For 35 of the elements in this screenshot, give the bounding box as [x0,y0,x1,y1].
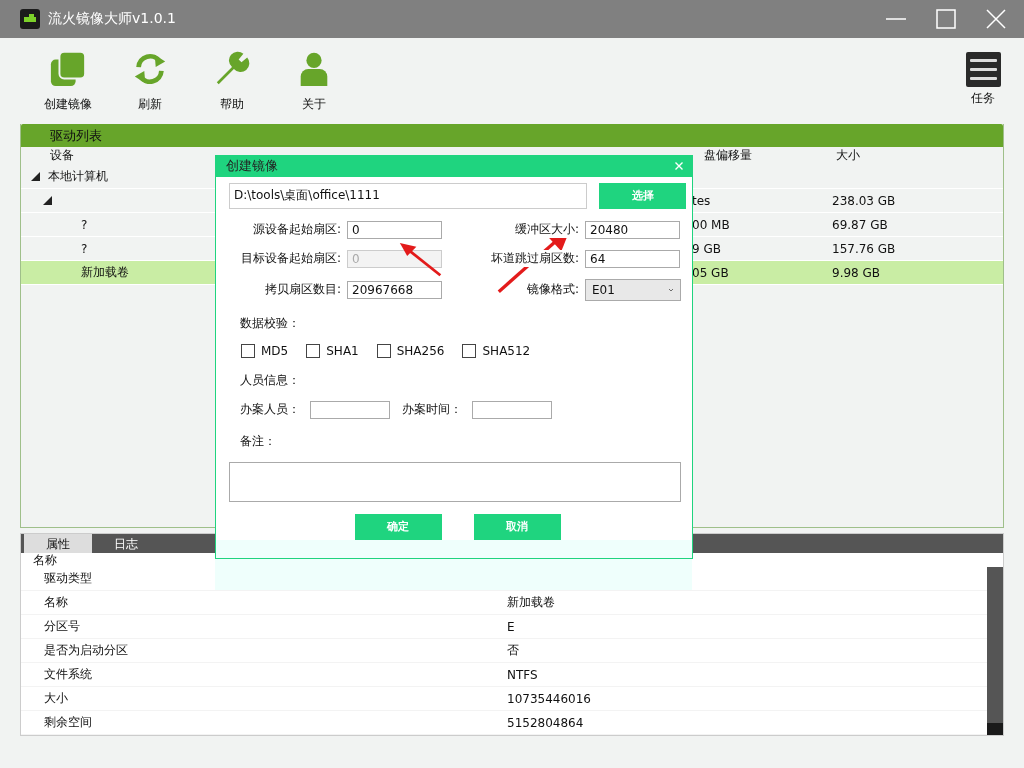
table-cell: 9 GB [692,241,721,256]
table-cell: 157.76 GB [832,241,896,256]
window-title: 流火镜像大师v1.0.1 [48,10,176,28]
device-name: 本地计算机 [48,168,108,185]
table-cell: 00 MB [692,217,730,232]
field-label: 办案时间： [402,401,462,419]
table-cell: 05 GB [692,265,729,280]
device-name: ? [81,241,88,256]
field-label: 缓冲区大小: [514,221,579,239]
field-label: 坏道跳过扇区数: [490,250,579,268]
property-name: 文件系统 [44,666,93,683]
section-label: 人员信息： [240,371,301,389]
table-cell: 238.03 GB [832,193,896,208]
property-value: 否 [507,642,520,659]
property-name: 驱动类型 [44,570,93,587]
dialog-title: 创建镜像 [226,157,278,176]
field-label: 办案人员： [240,401,300,419]
panel-header: 驱动列表 [21,124,1003,147]
table-cell: 9.98 GB [832,265,881,280]
property-value: E [507,619,516,634]
property-value: NTFS [507,667,539,682]
section-label: 备注： [240,432,277,450]
property-name: 名称 [44,594,69,611]
property-name: 是否为启动分区 [44,642,129,659]
table-cell: 69.87 GB [832,217,888,232]
property-name: 分区号 [44,618,81,635]
property-name: 大小 [44,690,69,707]
property-value: 新加载卷 [507,594,556,611]
table-cell: tes [692,193,711,208]
property-name: 剩余空间 [44,714,93,731]
property-value: 5152804864 [507,715,585,730]
section-label: 数据校验： [240,314,301,332]
device-name: 新加载卷 [81,264,129,281]
property-value: 10735446016 [507,691,592,706]
device-name: ? [81,217,88,232]
